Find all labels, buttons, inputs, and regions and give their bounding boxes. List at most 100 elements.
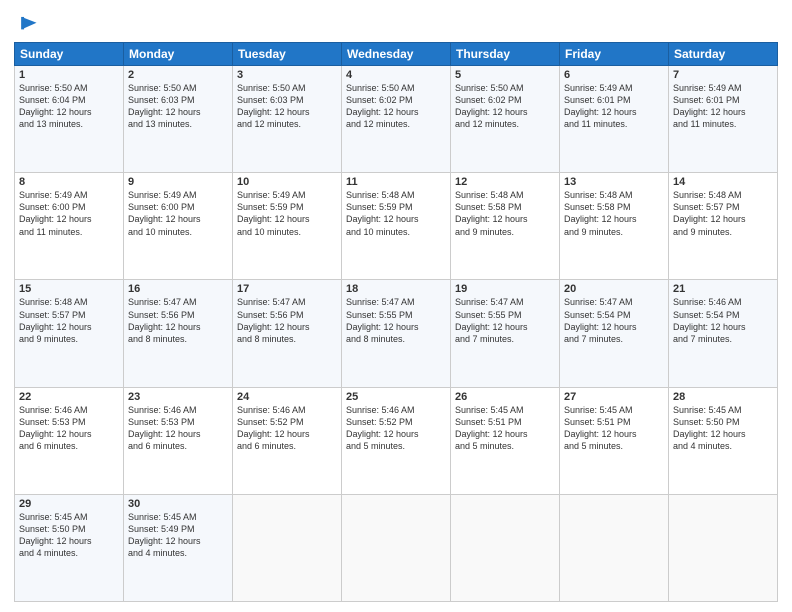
- day-info: Sunrise: 5:45 AM Sunset: 5:50 PM Dayligh…: [19, 511, 119, 560]
- calendar-cell: 1Sunrise: 5:50 AM Sunset: 6:04 PM Daylig…: [15, 66, 124, 173]
- header-day-saturday: Saturday: [669, 43, 778, 66]
- day-info: Sunrise: 5:50 AM Sunset: 6:03 PM Dayligh…: [128, 82, 228, 131]
- logo-icon: [16, 14, 38, 36]
- day-number: 17: [237, 283, 337, 295]
- day-info: Sunrise: 5:47 AM Sunset: 5:56 PM Dayligh…: [237, 296, 337, 345]
- page: SundayMondayTuesdayWednesdayThursdayFrid…: [0, 0, 792, 612]
- calendar-cell: [342, 494, 451, 601]
- header-day-monday: Monday: [124, 43, 233, 66]
- calendar-cell: 30Sunrise: 5:45 AM Sunset: 5:49 PM Dayli…: [124, 494, 233, 601]
- day-info: Sunrise: 5:50 AM Sunset: 6:02 PM Dayligh…: [455, 82, 555, 131]
- day-info: Sunrise: 5:47 AM Sunset: 5:55 PM Dayligh…: [455, 296, 555, 345]
- day-info: Sunrise: 5:48 AM Sunset: 5:58 PM Dayligh…: [455, 189, 555, 238]
- calendar-cell: [669, 494, 778, 601]
- day-info: Sunrise: 5:46 AM Sunset: 5:53 PM Dayligh…: [19, 404, 119, 453]
- calendar-cell: [451, 494, 560, 601]
- calendar-cell: 10Sunrise: 5:49 AM Sunset: 5:59 PM Dayli…: [233, 173, 342, 280]
- day-info: Sunrise: 5:48 AM Sunset: 5:59 PM Dayligh…: [346, 189, 446, 238]
- calendar-cell: 11Sunrise: 5:48 AM Sunset: 5:59 PM Dayli…: [342, 173, 451, 280]
- calendar-week-1: 1Sunrise: 5:50 AM Sunset: 6:04 PM Daylig…: [15, 66, 778, 173]
- day-number: 21: [673, 283, 773, 295]
- day-number: 12: [455, 176, 555, 188]
- calendar-cell: 27Sunrise: 5:45 AM Sunset: 5:51 PM Dayli…: [560, 387, 669, 494]
- calendar-cell: 18Sunrise: 5:47 AM Sunset: 5:55 PM Dayli…: [342, 280, 451, 387]
- header-day-thursday: Thursday: [451, 43, 560, 66]
- header-day-sunday: Sunday: [15, 43, 124, 66]
- day-info: Sunrise: 5:49 AM Sunset: 5:59 PM Dayligh…: [237, 189, 337, 238]
- calendar-cell: 28Sunrise: 5:45 AM Sunset: 5:50 PM Dayli…: [669, 387, 778, 494]
- calendar-cell: 4Sunrise: 5:50 AM Sunset: 6:02 PM Daylig…: [342, 66, 451, 173]
- day-number: 19: [455, 283, 555, 295]
- day-info: Sunrise: 5:45 AM Sunset: 5:49 PM Dayligh…: [128, 511, 228, 560]
- day-number: 13: [564, 176, 664, 188]
- day-number: 6: [564, 69, 664, 81]
- calendar-cell: 22Sunrise: 5:46 AM Sunset: 5:53 PM Dayli…: [15, 387, 124, 494]
- day-number: 30: [128, 498, 228, 510]
- day-number: 27: [564, 391, 664, 403]
- day-info: Sunrise: 5:50 AM Sunset: 6:02 PM Dayligh…: [346, 82, 446, 131]
- calendar-cell: 6Sunrise: 5:49 AM Sunset: 6:01 PM Daylig…: [560, 66, 669, 173]
- calendar-cell: 12Sunrise: 5:48 AM Sunset: 5:58 PM Dayli…: [451, 173, 560, 280]
- day-info: Sunrise: 5:46 AM Sunset: 5:52 PM Dayligh…: [237, 404, 337, 453]
- day-number: 4: [346, 69, 446, 81]
- calendar-cell: 21Sunrise: 5:46 AM Sunset: 5:54 PM Dayli…: [669, 280, 778, 387]
- calendar-cell: 25Sunrise: 5:46 AM Sunset: 5:52 PM Dayli…: [342, 387, 451, 494]
- day-info: Sunrise: 5:47 AM Sunset: 5:55 PM Dayligh…: [346, 296, 446, 345]
- day-info: Sunrise: 5:50 AM Sunset: 6:04 PM Dayligh…: [19, 82, 119, 131]
- day-number: 9: [128, 176, 228, 188]
- calendar-cell: 17Sunrise: 5:47 AM Sunset: 5:56 PM Dayli…: [233, 280, 342, 387]
- day-number: 8: [19, 176, 119, 188]
- day-number: 15: [19, 283, 119, 295]
- logo: [14, 14, 38, 36]
- day-info: Sunrise: 5:49 AM Sunset: 6:00 PM Dayligh…: [19, 189, 119, 238]
- day-info: Sunrise: 5:48 AM Sunset: 5:57 PM Dayligh…: [673, 189, 773, 238]
- day-number: 22: [19, 391, 119, 403]
- day-info: Sunrise: 5:48 AM Sunset: 5:57 PM Dayligh…: [19, 296, 119, 345]
- day-info: Sunrise: 5:47 AM Sunset: 5:54 PM Dayligh…: [564, 296, 664, 345]
- day-number: 3: [237, 69, 337, 81]
- day-info: Sunrise: 5:46 AM Sunset: 5:52 PM Dayligh…: [346, 404, 446, 453]
- day-number: 16: [128, 283, 228, 295]
- day-number: 10: [237, 176, 337, 188]
- calendar-cell: 9Sunrise: 5:49 AM Sunset: 6:00 PM Daylig…: [124, 173, 233, 280]
- day-info: Sunrise: 5:45 AM Sunset: 5:51 PM Dayligh…: [564, 404, 664, 453]
- day-number: 1: [19, 69, 119, 81]
- calendar-cell: 23Sunrise: 5:46 AM Sunset: 5:53 PM Dayli…: [124, 387, 233, 494]
- day-info: Sunrise: 5:49 AM Sunset: 6:01 PM Dayligh…: [673, 82, 773, 131]
- calendar-week-2: 8Sunrise: 5:49 AM Sunset: 6:00 PM Daylig…: [15, 173, 778, 280]
- calendar-cell: 8Sunrise: 5:49 AM Sunset: 6:00 PM Daylig…: [15, 173, 124, 280]
- calendar-cell: 20Sunrise: 5:47 AM Sunset: 5:54 PM Dayli…: [560, 280, 669, 387]
- day-number: 28: [673, 391, 773, 403]
- calendar-cell: [560, 494, 669, 601]
- day-info: Sunrise: 5:49 AM Sunset: 6:00 PM Dayligh…: [128, 189, 228, 238]
- day-number: 11: [346, 176, 446, 188]
- calendar-cell: 3Sunrise: 5:50 AM Sunset: 6:03 PM Daylig…: [233, 66, 342, 173]
- calendar-week-3: 15Sunrise: 5:48 AM Sunset: 5:57 PM Dayli…: [15, 280, 778, 387]
- day-info: Sunrise: 5:46 AM Sunset: 5:54 PM Dayligh…: [673, 296, 773, 345]
- calendar-cell: 19Sunrise: 5:47 AM Sunset: 5:55 PM Dayli…: [451, 280, 560, 387]
- day-number: 29: [19, 498, 119, 510]
- day-number: 7: [673, 69, 773, 81]
- day-number: 5: [455, 69, 555, 81]
- calendar-cell: 5Sunrise: 5:50 AM Sunset: 6:02 PM Daylig…: [451, 66, 560, 173]
- calendar-week-5: 29Sunrise: 5:45 AM Sunset: 5:50 PM Dayli…: [15, 494, 778, 601]
- calendar-cell: 7Sunrise: 5:49 AM Sunset: 6:01 PM Daylig…: [669, 66, 778, 173]
- day-info: Sunrise: 5:45 AM Sunset: 5:50 PM Dayligh…: [673, 404, 773, 453]
- header-day-tuesday: Tuesday: [233, 43, 342, 66]
- header-day-friday: Friday: [560, 43, 669, 66]
- calendar-cell: 15Sunrise: 5:48 AM Sunset: 5:57 PM Dayli…: [15, 280, 124, 387]
- header-day-wednesday: Wednesday: [342, 43, 451, 66]
- day-number: 2: [128, 69, 228, 81]
- day-info: Sunrise: 5:47 AM Sunset: 5:56 PM Dayligh…: [128, 296, 228, 345]
- calendar-table: SundayMondayTuesdayWednesdayThursdayFrid…: [14, 42, 778, 602]
- calendar-cell: 26Sunrise: 5:45 AM Sunset: 5:51 PM Dayli…: [451, 387, 560, 494]
- calendar-cell: 29Sunrise: 5:45 AM Sunset: 5:50 PM Dayli…: [15, 494, 124, 601]
- day-number: 14: [673, 176, 773, 188]
- day-info: Sunrise: 5:50 AM Sunset: 6:03 PM Dayligh…: [237, 82, 337, 131]
- day-number: 25: [346, 391, 446, 403]
- calendar-week-4: 22Sunrise: 5:46 AM Sunset: 5:53 PM Dayli…: [15, 387, 778, 494]
- calendar-cell: [233, 494, 342, 601]
- day-number: 20: [564, 283, 664, 295]
- day-info: Sunrise: 5:46 AM Sunset: 5:53 PM Dayligh…: [128, 404, 228, 453]
- day-info: Sunrise: 5:48 AM Sunset: 5:58 PM Dayligh…: [564, 189, 664, 238]
